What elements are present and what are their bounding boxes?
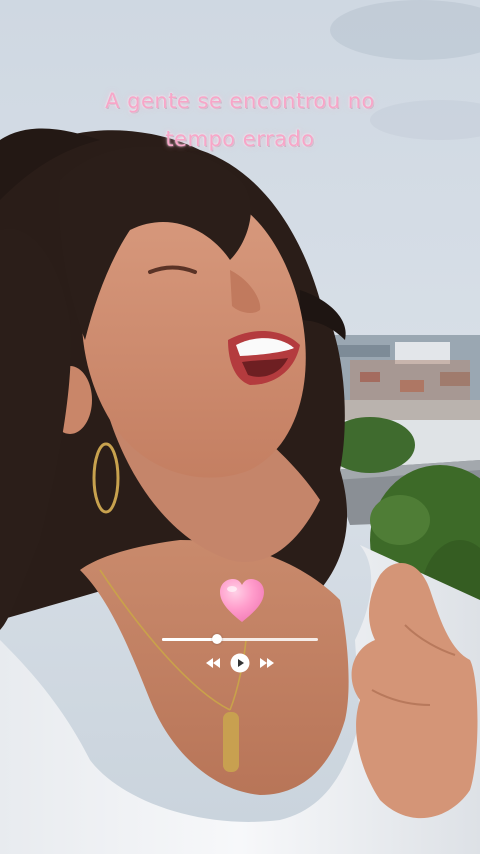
fast-forward-icon[interactable] [260,658,274,668]
progress-knob[interactable] [211,634,222,644]
story-frame: A gente se encontrou no tempo errado [0,0,480,854]
caption-line-1: A gente se encontrou no [105,89,375,113]
caption-line-2: tempo errado [165,127,315,151]
heart-icon [220,579,264,622]
playback-controls [160,652,320,674]
music-player [160,630,320,676]
play-icon[interactable] [230,653,250,673]
progress-fill [162,638,217,641]
progress-track[interactable] [162,638,318,641]
rewind-icon[interactable] [206,658,220,668]
caption-text: A gente se encontrou no tempo errado [60,82,420,158]
